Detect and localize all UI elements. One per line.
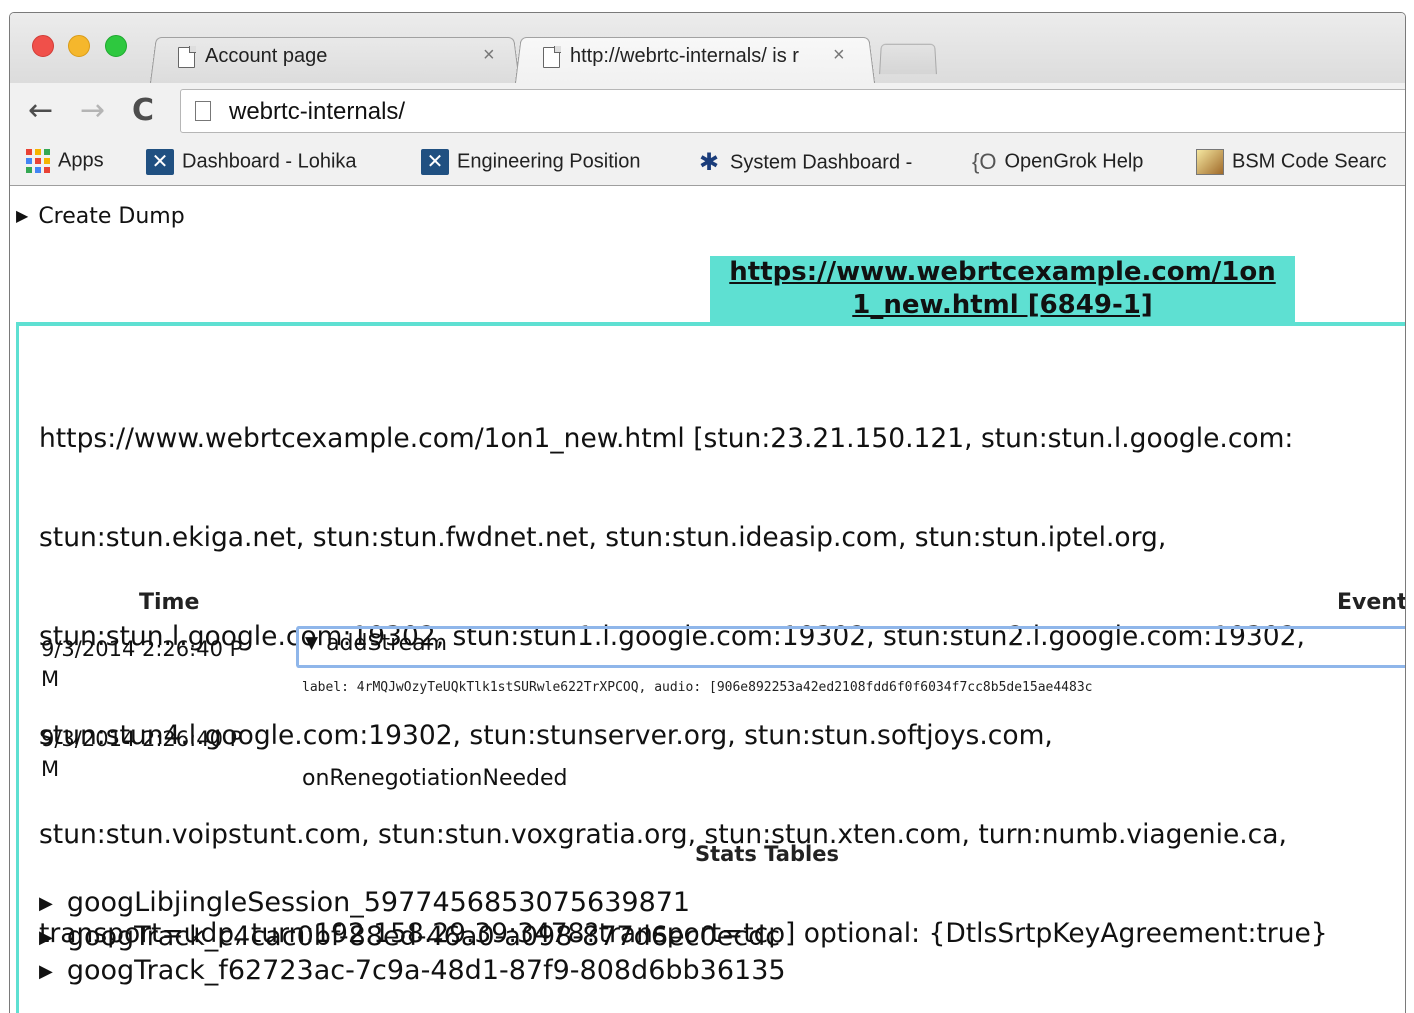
bookmark-apps[interactable]: Apps [26, 149, 104, 173]
log-time-header: Time [139, 590, 200, 615]
create-dump-toggle[interactable]: ▶ Create Dump [16, 204, 185, 229]
page-icon [178, 46, 196, 68]
create-dump-label: Create Dump [38, 204, 185, 229]
stats-table-item[interactable]: ▶ googLibjingleSession_597745685307563987… [39, 886, 786, 920]
bookmark-dashboard-lohika[interactable]: ✕ Dashboard - Lohika [146, 149, 396, 175]
bookmark-label: BSM Code Searc [1232, 150, 1387, 173]
collapse-triangle-icon: ▼ [305, 633, 319, 653]
bookmark-bsm-code-search[interactable]: BSM Code Searc [1196, 149, 1405, 175]
forward-arrow-icon[interactable]: → [80, 93, 105, 128]
config-line: https://www.webrtcexample.com/1on1_new.h… [39, 423, 1294, 454]
peer-connection-panel: https://www.webrtcexample.com/1on1_new.h… [16, 322, 1406, 1013]
jira-icon: ✕ [421, 149, 449, 175]
event-name: addStream [326, 631, 448, 656]
address-bar[interactable]: webrtc-internals/ [180, 89, 1405, 133]
bookmark-label: System Dashboard - [730, 151, 913, 174]
bookmark-label: Apps [58, 149, 104, 172]
config-line: stun:stun.ekiga.net, stun:stun.fwdnet.ne… [39, 522, 1167, 553]
bookmark-label: Engineering Position [457, 150, 641, 173]
expand-triangle-icon: ▶ [39, 927, 53, 948]
new-tab-button[interactable] [879, 43, 937, 75]
apps-grid-icon [26, 149, 50, 173]
tab-webrtc-internals[interactable]: http://webrtc-internals/ is r × [515, 35, 875, 83]
page-icon [195, 101, 211, 121]
peer-tab-line: https://www.webrtcexample.com/1on [729, 257, 1276, 287]
bookmark-label: Dashboard - Lohika [182, 150, 357, 173]
zoom-window-button[interactable] [105, 35, 127, 57]
log-row-time: 9/3/2014 2:26:40 P M [41, 727, 243, 781]
tab-close-icon[interactable]: × [483, 44, 495, 67]
tab-close-icon[interactable]: × [833, 44, 845, 67]
bookmark-opengrok-help[interactable]: {O OpenGrok Help [972, 149, 1143, 175]
system-dashboard-icon: ✱ [698, 149, 720, 176]
bsm-icon [1196, 149, 1224, 175]
peer-tab-line: 1_new.html [6849-1] [852, 290, 1153, 320]
stats-tables-header: Stats Tables [695, 842, 839, 866]
back-arrow-icon[interactable]: ← [28, 93, 53, 128]
stats-table-item[interactable]: ▶ googTrack_c4cac0bf-88ed-46a0-a098-877d6… [39, 920, 786, 954]
address-bar-url[interactable]: webrtc-internals/ [229, 98, 405, 126]
event-detail: label: 4rMQJwOzyTeUQkTlk1stSURwle622TrXP… [302, 680, 1093, 695]
stats-tables-list: ▶ googLibjingleSession_597745685307563987… [39, 886, 786, 988]
expand-triangle-icon: ▶ [16, 206, 29, 225]
minimize-window-button[interactable] [68, 35, 90, 57]
expand-triangle-icon: ▶ [39, 961, 53, 982]
event-onrenegotiationneeded: onRenegotiationNeeded [302, 766, 568, 791]
bookmark-system-dashboard[interactable]: ✱ System Dashboard - [696, 149, 946, 177]
browser-window: Account page × http://webrtc-internals/ … [9, 12, 1406, 1013]
jira-icon: ✕ [146, 149, 174, 175]
opengrok-icon: {O [972, 149, 997, 174]
stats-table-item[interactable]: ▶ googTrack_f62723ac-7c9a-48d1-87f9-808d6… [39, 954, 786, 988]
tab-title: Account page [205, 45, 328, 67]
bookmarks-bar: Apps ✕ Dashboard - Lohika ✕ Engineering Po… [10, 139, 1405, 186]
expand-triangle-icon: ▶ [39, 893, 53, 914]
tab-title: http://webrtc-internals/ is r [570, 45, 799, 67]
tab-account-page[interactable]: Account page × [150, 35, 520, 83]
log-event-header: Event [1337, 590, 1406, 615]
log-row-time: 9/3/2014 2:26:40 P M [41, 637, 243, 691]
tab-strip: Account page × http://webrtc-internals/ … [10, 13, 1405, 83]
bookmark-engineering-position[interactable]: ✕ Engineering Position [421, 149, 671, 175]
page-content: ▶ Create Dump https://www.webrtcexample.c… [10, 186, 1405, 1013]
reload-icon[interactable]: C [132, 93, 154, 128]
close-window-button[interactable] [32, 35, 54, 57]
bookmark-label: OpenGrok Help [1004, 150, 1144, 173]
page-icon [543, 46, 561, 68]
toolbar: ← → C webrtc-internals/ [10, 83, 1405, 139]
peer-connection-tab[interactable]: https://www.webrtcexample.com/1on 1_new.… [710, 256, 1295, 324]
event-addstream[interactable]: ▼ addStream [296, 626, 1405, 668]
